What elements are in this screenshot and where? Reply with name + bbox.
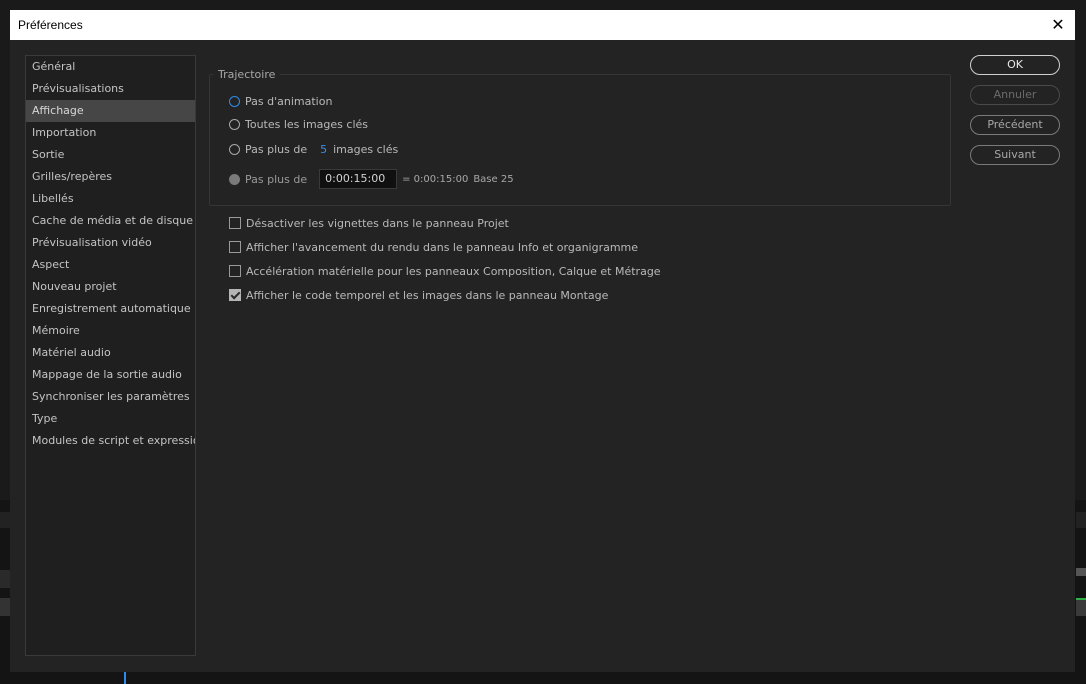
sidebar-item-video-preview[interactable]: Prévisualisation vidéo <box>26 232 195 254</box>
sidebar-item-sync-settings[interactable]: Synchroniser les paramètres <box>26 386 195 408</box>
sidebar-item-memory[interactable]: Mémoire <box>26 320 195 342</box>
title-bar: Préférences ✕ <box>10 10 1075 40</box>
sidebar-item-audio-output-mapping[interactable]: Mappage de la sortie audio <box>26 364 195 386</box>
background-panel-edge <box>0 512 10 528</box>
radio-no-animation[interactable]: Pas d'animation <box>229 93 332 109</box>
radio-label: Pas d'animation <box>245 94 333 108</box>
sidebar-item-media-cache[interactable]: Cache de média et de disque <box>26 210 195 232</box>
keyframe-count-value[interactable]: 5 <box>320 143 327 156</box>
duration-base: Base 25 <box>473 173 514 185</box>
cancel-button[interactable]: Annuler <box>970 85 1060 105</box>
sidebar-item-output[interactable]: Sortie <box>26 144 195 166</box>
background-panel-edge <box>1076 568 1086 576</box>
radio-button-selected[interactable] <box>229 95 240 107</box>
radio-label: Toutes les images clés <box>245 117 369 131</box>
checkbox-row-render-progress[interactable]: Afficher l'avancement du rendu dans le p… <box>229 239 638 255</box>
sidebar-item-import[interactable]: Importation <box>26 122 195 144</box>
checkbox-row-disable-thumbnails[interactable]: Désactiver les vignettes dans le panneau… <box>229 215 509 231</box>
checkbox-label: Désactiver les vignettes dans le panneau… <box>246 216 509 230</box>
sidebar-item-type[interactable]: Type <box>26 408 195 430</box>
background-panel-edge <box>1076 598 1086 616</box>
sidebar-item-audio-hardware[interactable]: Matériel audio <box>26 342 195 364</box>
background-playhead <box>124 672 126 684</box>
checkbox-label: Afficher le code temporel et les images … <box>246 288 609 302</box>
checkbox-row-show-timecode[interactable]: Afficher le code temporel et les images … <box>229 287 608 303</box>
checkbox-label: Accélération matérielle pour les panneau… <box>246 264 661 278</box>
radio-button[interactable] <box>229 143 240 155</box>
previous-button[interactable]: Précédent <box>970 115 1060 135</box>
radio-max-duration[interactable]: Pas plus de 0:00:15:00 = 0:00:15:00 Base… <box>229 169 514 189</box>
checkbox-label: Afficher l'avancement du rendu dans le p… <box>246 240 639 254</box>
keyframe-count-suffix: images clés <box>333 142 399 156</box>
category-list: Général Prévisualisations Affichage Impo… <box>25 55 196 656</box>
sidebar-item-auto-save[interactable]: Enregistrement automatique <box>26 298 195 320</box>
checkbox[interactable] <box>229 217 241 229</box>
checkbox-checked[interactable] <box>229 289 241 301</box>
radio-button-disabled[interactable] <box>229 173 240 185</box>
close-icon[interactable]: ✕ <box>1047 14 1069 36</box>
sidebar-item-labels[interactable]: Libellés <box>26 188 195 210</box>
preferences-dialog: Préférences ✕ Général Prévisualisations … <box>10 10 1075 672</box>
background-panel-edge <box>0 570 10 588</box>
sidebar-item-grids-guides[interactable]: Grilles/repères <box>26 166 195 188</box>
trajectory-group-title: Trajectoire <box>213 68 281 81</box>
sidebar-item-previews[interactable]: Prévisualisations <box>26 78 195 100</box>
next-button[interactable]: Suivant <box>970 145 1060 165</box>
sidebar-item-general[interactable]: Général <box>26 56 195 78</box>
background-panel-edge <box>1076 512 1086 528</box>
radio-all-keyframes[interactable]: Toutes les images clés <box>229 116 368 132</box>
radio-button[interactable] <box>229 118 240 130</box>
checkbox-row-hardware-acceleration[interactable]: Accélération matérielle pour les panneau… <box>229 263 661 279</box>
duration-equals: = 0:00:15:00 <box>402 173 469 185</box>
duration-input[interactable]: 0:00:15:00 <box>319 169 398 189</box>
background-panel-edge <box>0 598 10 616</box>
sidebar-item-new-project[interactable]: Nouveau projet <box>26 276 195 298</box>
checkbox[interactable] <box>229 265 241 277</box>
ok-button[interactable]: OK <box>970 55 1060 75</box>
radio-label: Pas plus de <box>245 172 308 186</box>
sidebar-item-display[interactable]: Affichage <box>26 100 195 122</box>
sidebar-item-scripting[interactable]: Modules de script et expressions <box>26 430 195 452</box>
radio-label: Pas plus de <box>245 142 308 156</box>
dialog-title: Préférences <box>18 18 83 32</box>
checkbox[interactable] <box>229 241 241 253</box>
sidebar-item-appearance[interactable]: Aspect <box>26 254 195 276</box>
radio-max-keyframes[interactable]: Pas plus de 5 images clés <box>229 141 398 157</box>
